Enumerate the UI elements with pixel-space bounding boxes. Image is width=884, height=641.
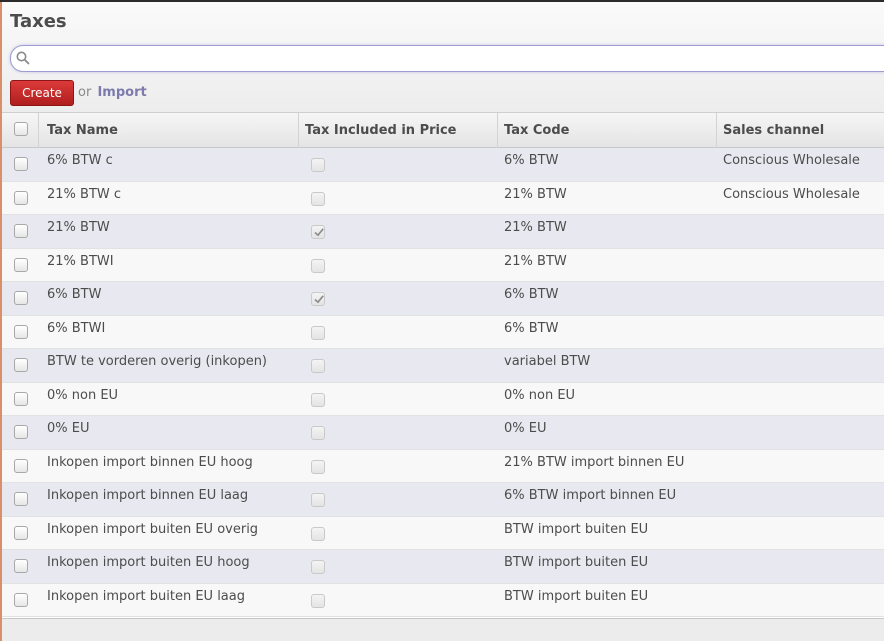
tax-included-checkbox <box>311 426 325 440</box>
tax-name-cell: Inkopen import buiten EU laag <box>47 588 245 604</box>
tax-code-cell: BTW import buiten EU <box>504 521 649 537</box>
tax-included-checkbox <box>311 158 325 172</box>
column-divider <box>298 113 299 148</box>
row-select-checkbox[interactable] <box>14 559 28 573</box>
page-title: Taxes <box>10 11 67 32</box>
row-select-checkbox[interactable] <box>14 458 28 473</box>
table-row[interactable]: 21% BTWI 21% BTW <box>2 248 884 282</box>
search-box[interactable] <box>10 45 884 72</box>
tax-code-cell: 0% non EU <box>504 387 576 403</box>
table-row[interactable]: Inkopen import buiten EU overig BTW impor… <box>2 516 884 550</box>
column-divider <box>497 113 498 148</box>
checkmark-icon <box>314 228 324 237</box>
tax-code-cell: 21% BTW import binnen EU <box>504 454 685 470</box>
row-select-checkbox[interactable] <box>14 324 28 339</box>
import-link[interactable]: Import <box>97 85 146 100</box>
select-all-checkbox[interactable] <box>14 122 28 136</box>
table-row[interactable]: 21% BTW c 21% BTW Conscious Wholesale <box>2 181 884 215</box>
column-divider <box>716 113 717 148</box>
table-row[interactable]: Inkopen import binnen EU laag 6% BTW impo… <box>2 483 884 517</box>
table-row[interactable]: Inkopen import binnen EU hoog 21% BTW imp… <box>2 449 884 483</box>
table-row[interactable]: 0% EU 0% EU <box>2 416 884 450</box>
tax-included-checkbox <box>311 526 325 541</box>
search-input[interactable] <box>35 49 875 68</box>
tax-included-checkbox <box>311 258 325 273</box>
table-row[interactable]: 6% BTW 6% BTW <box>2 282 884 316</box>
row-select-checkbox[interactable] <box>14 257 28 272</box>
sales-channel-cell: Conscious Wholesale <box>723 153 860 168</box>
tax-included-checkbox <box>311 459 325 474</box>
tax-name-cell: BTW te vorderen overig (inkopen) <box>47 354 268 369</box>
tax-name-cell: 21% BTWI <box>47 253 114 269</box>
row-select-checkbox[interactable] <box>14 224 28 238</box>
table-row[interactable]: 0% non EU 0% non EU <box>2 382 884 416</box>
tax-name-cell: Inkopen import binnen EU laag <box>47 488 249 503</box>
tax-code-cell: 6% BTW <box>504 320 559 336</box>
tax-code-cell: 21% BTW <box>504 220 567 235</box>
checkmark-icon <box>314 295 324 304</box>
tax-included-checkbox <box>311 593 325 608</box>
row-select-checkbox[interactable] <box>14 525 28 540</box>
tax-name-cell: Inkopen import buiten EU overig <box>47 521 259 537</box>
table-row[interactable]: BTW te vorderen overig (inkopen) variabel… <box>2 349 884 383</box>
row-select-checkbox[interactable] <box>14 492 28 506</box>
column-header-tax-included[interactable]: Tax Included in Price <box>305 123 457 138</box>
tax-name-cell: 6% BTW c <box>47 153 113 168</box>
row-select-checkbox[interactable] <box>14 425 28 439</box>
tax-included-checkbox <box>311 325 325 340</box>
tax-included-checkbox <box>311 359 325 373</box>
table-row[interactable]: Inkopen import buiten EU hoog BTW import … <box>2 550 884 584</box>
tax-code-cell: variabel BTW <box>504 354 591 369</box>
tax-included-checkbox <box>311 292 325 306</box>
table-row[interactable]: Inkopen import buiten EU laag BTW import … <box>2 583 884 617</box>
table-row[interactable]: 6% BTWI 6% BTW <box>2 315 884 349</box>
tax-included-checkbox <box>311 560 325 574</box>
tax-included-checkbox <box>311 225 325 239</box>
tax-code-cell: BTW import buiten EU <box>504 588 649 604</box>
tax-name-cell: 6% BTWI <box>47 320 106 336</box>
search-icon <box>16 51 30 65</box>
tax-code-cell: 6% BTW <box>504 287 559 302</box>
tax-name-cell: 6% BTW <box>47 287 102 302</box>
column-header-tax-name[interactable]: Tax Name <box>47 123 118 138</box>
table-row[interactable]: 6% BTW c 6% BTW Conscious Wholesale <box>2 148 884 182</box>
row-select-checkbox[interactable] <box>14 358 28 372</box>
row-select-checkbox[interactable] <box>14 157 28 171</box>
tax-included-checkbox <box>311 392 325 407</box>
list-header: Tax Name Tax Included in Price Tax Code … <box>2 113 884 148</box>
table-row[interactable]: 21% BTW 21% BTW <box>2 215 884 249</box>
column-header-sales-channel[interactable]: Sales channel <box>723 123 824 138</box>
tax-name-cell: Inkopen import binnen EU hoog <box>47 454 253 470</box>
control-panel: Taxes Create or Import <box>2 2 884 113</box>
column-divider <box>38 113 39 148</box>
row-select-checkbox[interactable] <box>14 391 28 406</box>
column-header-tax-code[interactable]: Tax Code <box>504 123 569 138</box>
import-area: or Import <box>78 85 147 100</box>
or-label: or <box>78 85 92 100</box>
tax-name-cell: Inkopen import buiten EU hoog <box>47 555 250 570</box>
tax-name-cell: 21% BTW <box>47 220 110 235</box>
tax-included-checkbox <box>311 493 325 507</box>
tax-code-cell: 21% BTW <box>504 253 567 269</box>
sales-channel-cell: Conscious Wholesale <box>723 186 860 202</box>
tax-code-cell: BTW import buiten EU <box>504 555 649 570</box>
tax-code-cell: 21% BTW <box>504 186 567 202</box>
row-select-checkbox[interactable] <box>14 592 28 607</box>
tax-code-cell: 6% BTW import binnen EU <box>504 488 677 503</box>
tax-name-cell: 21% BTW c <box>47 186 122 202</box>
list-footer <box>2 618 884 641</box>
row-select-checkbox[interactable] <box>14 291 28 305</box>
tax-name-cell: 0% EU <box>47 421 90 436</box>
row-select-checkbox[interactable] <box>14 190 28 205</box>
tax-code-cell: 6% BTW <box>504 153 559 168</box>
create-button[interactable]: Create <box>10 80 74 106</box>
tax-name-cell: 0% non EU <box>47 387 119 403</box>
tax-included-checkbox <box>311 191 325 206</box>
tax-code-cell: 0% EU <box>504 421 547 436</box>
